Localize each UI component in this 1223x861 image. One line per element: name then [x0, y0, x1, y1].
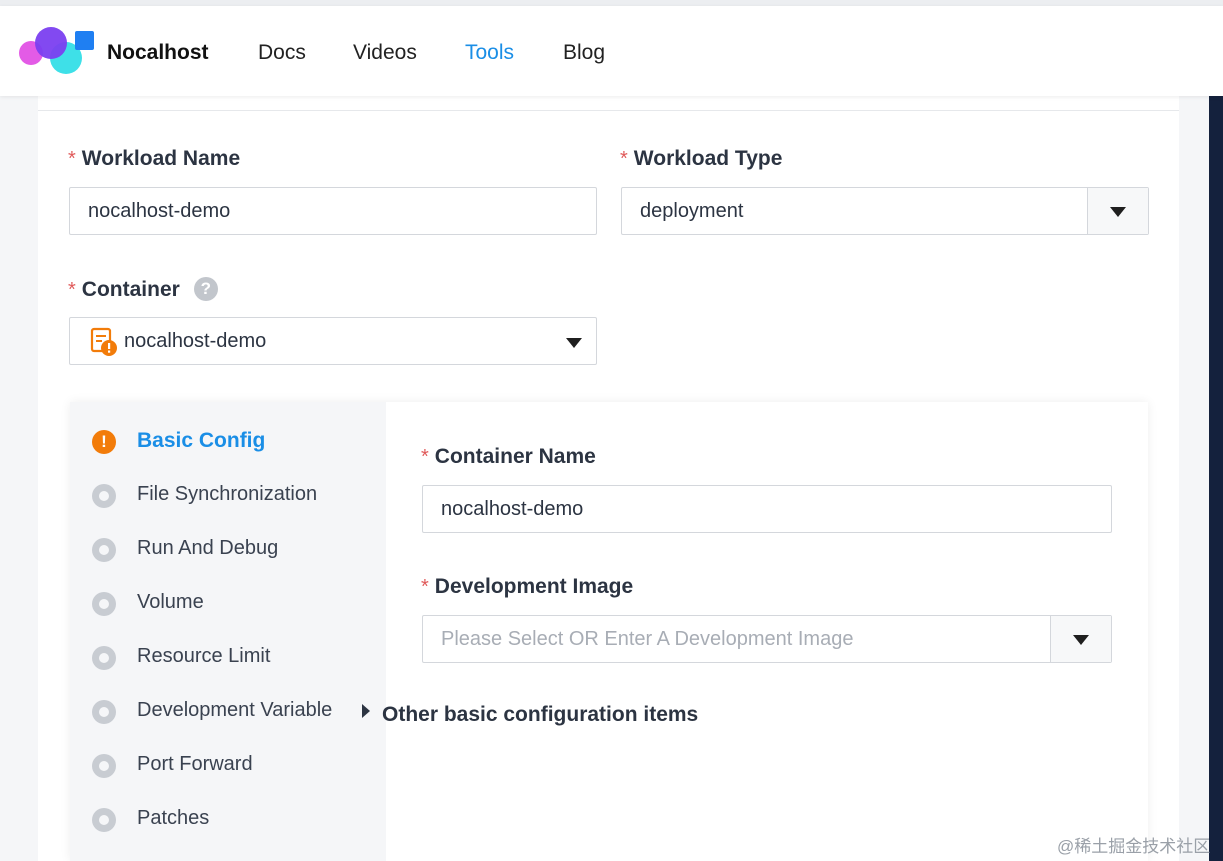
- container-select[interactable]: nocalhost-demo: [69, 317, 597, 365]
- other-basic-config-toggle[interactable]: Other basic configuration items: [362, 703, 698, 727]
- nav-link-tools[interactable]: Tools: [465, 41, 514, 65]
- warning-icon: !: [92, 430, 116, 454]
- sidebar-item-run-and-debug[interactable]: Run And Debug: [70, 530, 386, 570]
- navbar: Nocalhost Docs Videos Tools Blog: [0, 6, 1223, 96]
- brand-name[interactable]: Nocalhost: [107, 41, 209, 65]
- sidebar-item-label: Volume: [137, 591, 204, 613]
- status-circle-icon: [92, 538, 116, 562]
- required-mark: *: [620, 148, 628, 170]
- required-mark: *: [68, 279, 76, 301]
- status-circle-icon: [92, 646, 116, 670]
- development-image-dropdown-button[interactable]: [1050, 616, 1111, 662]
- sidebar-item-volume[interactable]: Volume: [70, 584, 386, 624]
- required-mark: *: [68, 148, 76, 170]
- development-image-placeholder: Please Select OR Enter A Development Ima…: [441, 628, 854, 650]
- nav-link-docs[interactable]: Docs: [258, 41, 306, 65]
- sidebar-item-label: Resource Limit: [137, 645, 271, 667]
- workload-type-dropdown-button[interactable]: [1087, 188, 1148, 234]
- document-warning-icon: [90, 327, 117, 356]
- config-sidebar: ! Basic Config File Synchronization Run …: [70, 402, 386, 861]
- nocalhost-logo-icon[interactable]: [18, 26, 98, 78]
- sidebar-item-label: Port Forward: [137, 753, 253, 775]
- required-mark: *: [421, 446, 429, 468]
- nav-link-blog[interactable]: Blog: [563, 41, 605, 65]
- sidebar-item-label: Development Variable: [137, 699, 333, 721]
- status-circle-icon: [92, 592, 116, 616]
- sidebar-item-patches[interactable]: Patches: [70, 800, 386, 840]
- caret-down-icon: [566, 338, 582, 348]
- sidebar-item-label: Basic Config: [137, 429, 266, 452]
- nav-link-videos[interactable]: Videos: [353, 41, 417, 65]
- workload-type-value: deployment: [640, 200, 744, 222]
- development-image-select[interactable]: Please Select OR Enter A Development Ima…: [422, 615, 1112, 663]
- container-name-label: * Container Name: [421, 445, 596, 468]
- container-label: * Container?: [68, 277, 218, 302]
- status-circle-icon: [92, 754, 116, 778]
- sidebar-item-label: Patches: [137, 807, 210, 829]
- status-circle-icon: [92, 700, 116, 724]
- workload-name-label: * Workload Name: [68, 147, 241, 170]
- sidebar-item-label: Run And Debug: [137, 537, 279, 559]
- caret-down-icon: [1073, 635, 1089, 645]
- status-circle-icon: [92, 484, 116, 508]
- right-edge-strip: [1209, 96, 1223, 861]
- workload-type-label: * Workload Type: [620, 147, 783, 170]
- sidebar-item-label: File Synchronization: [137, 483, 318, 505]
- caret-right-icon: [362, 704, 370, 718]
- card-divider: [38, 110, 1179, 111]
- development-image-label: * Development Image: [421, 575, 634, 598]
- sidebar-item-basic-config[interactable]: ! Basic Config: [70, 422, 386, 462]
- status-circle-icon: [92, 808, 116, 832]
- container-name-input[interactable]: nocalhost-demo: [422, 485, 1112, 533]
- sidebar-item-port-forward[interactable]: Port Forward: [70, 746, 386, 786]
- help-icon[interactable]: ?: [193, 277, 218, 301]
- sidebar-item-development-variable[interactable]: Development Variable: [70, 692, 386, 732]
- required-mark: *: [421, 576, 429, 598]
- container-value: nocalhost-demo: [124, 330, 267, 352]
- caret-down-icon: [1110, 207, 1126, 217]
- workload-name-input[interactable]: nocalhost-demo: [69, 187, 597, 235]
- sidebar-item-file-synchronization[interactable]: File Synchronization: [70, 476, 386, 516]
- workload-type-select[interactable]: deployment: [621, 187, 1149, 235]
- watermark: @稀土掘金技术社区: [1057, 837, 1211, 856]
- sidebar-item-resource-limit[interactable]: Resource Limit: [70, 638, 386, 678]
